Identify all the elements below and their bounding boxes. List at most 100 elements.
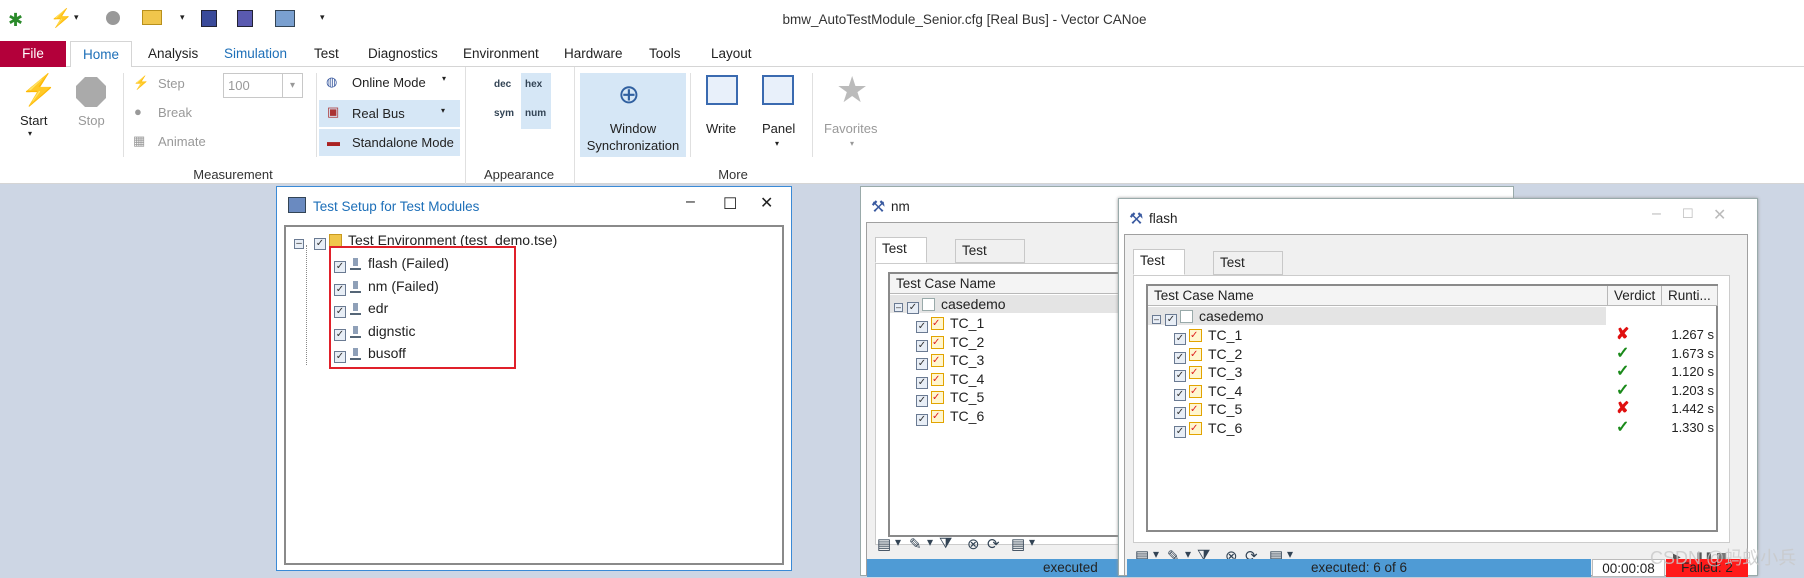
filter-icon[interactable]: ⧩ — [939, 535, 952, 552]
test-case-row[interactable]: ✓ TC_6 — [1174, 419, 1242, 438]
close-button[interactable]: ✕ — [760, 193, 773, 213]
checkbox[interactable]: ✓ — [1174, 333, 1186, 345]
edit-icon[interactable]: ✎ — [909, 535, 922, 553]
minimize-button[interactable]: – — [1652, 205, 1661, 223]
tab-analysis[interactable]: Analysis — [136, 41, 210, 67]
sym-button[interactable]: sym — [494, 108, 514, 119]
checkbox[interactable]: ✓ — [916, 395, 928, 407]
tab-test-observer[interactable]: Test Observer — [1213, 251, 1283, 292]
window-title: nm — [891, 199, 910, 214]
checkbox[interactable]: ✓ — [907, 302, 919, 314]
tab-environment[interactable]: Environment — [451, 41, 551, 67]
checkbox[interactable]: ✓ — [1174, 425, 1186, 438]
group-row[interactable]: – ✓ casedemo — [1152, 307, 1264, 326]
tab-test[interactable]: Test — [302, 41, 351, 67]
checkbox[interactable]: ✓ — [1174, 407, 1186, 419]
dropdown-icon[interactable]: ▾ — [1029, 535, 1035, 549]
test-case-row[interactable]: ✓ TC_6 — [916, 407, 984, 426]
test-case-row[interactable]: ✓ TC_2 — [1174, 345, 1242, 364]
test-case-icon — [1189, 401, 1202, 419]
report-icon[interactable]: ▤ — [877, 535, 891, 553]
group-row[interactable]: – ✓ casedemo — [894, 295, 1006, 314]
highlight-box — [329, 246, 516, 369]
test-case-row[interactable]: ✓ TC_3 — [916, 351, 984, 370]
num-button[interactable]: num — [525, 108, 546, 119]
checkbox[interactable]: ✓ — [916, 358, 928, 370]
test-setup-tree: – ✓ Test Environment (test_demo.tse) ✓ flas… — [284, 225, 784, 565]
test-case-row[interactable]: ✓ TC_2 — [916, 333, 984, 352]
checkbox[interactable]: ✓ — [1174, 370, 1186, 382]
checkbox[interactable]: ✓ — [1174, 388, 1186, 401]
standalone-mode-button[interactable]: ▬ Standalone Mode — [319, 129, 460, 156]
test-case-row[interactable]: ✓ TC_5 — [916, 388, 984, 407]
favorites-button[interactable]: ★ Favorites ▾ — [820, 69, 886, 153]
test-case-row[interactable]: ✓ TC_4 — [916, 370, 984, 389]
collapse-icon[interactable]: – — [894, 303, 903, 312]
group-label-appearance: Appearance — [483, 167, 555, 182]
minimize-button[interactable]: – — [686, 193, 695, 211]
checkbox[interactable]: ✓ — [916, 321, 928, 333]
tab-file[interactable]: File — [0, 41, 66, 67]
write-button[interactable]: Write — [700, 73, 746, 136]
write-label: Write — [706, 121, 737, 136]
pass-icon: ✓ — [1616, 381, 1630, 399]
list-icon[interactable]: ▤ — [1011, 535, 1025, 553]
tab-test-observer[interactable]: Test Observer — [955, 239, 1025, 280]
checkbox[interactable]: ✓ — [916, 413, 928, 426]
test-case-row[interactable]: ✓ TC_1 — [1174, 326, 1242, 345]
tab-simulation[interactable]: Simulation — [212, 41, 299, 67]
animate-button[interactable]: ▦ Animate — [133, 133, 213, 151]
dropdown-icon[interactable]: ▾ — [895, 535, 901, 549]
checkbox[interactable]: ✓ — [916, 376, 928, 389]
chevron-down-icon[interactable]: ▾ — [282, 74, 302, 97]
fail-icon: ✘ — [1616, 326, 1630, 343]
tab-home[interactable]: Home — [70, 41, 133, 68]
online-mode-button[interactable]: ◍ Online Mode ▾ — [320, 71, 460, 95]
checkbox[interactable]: ✓ — [314, 238, 326, 250]
stop-button[interactable]: Stop — [72, 73, 112, 133]
collapse-icon[interactable]: – — [1152, 315, 1161, 324]
column-header-name[interactable]: Test Case Name — [1148, 286, 1608, 306]
flash-panel: Test Cases Test Observer Test Case Name … — [1124, 234, 1748, 577]
step-button[interactable]: ⚡ Step — [133, 75, 203, 93]
column-header-verdict[interactable]: Verdict — [1608, 286, 1662, 306]
window-title: bmw_AutoTestModule_Senior.cfg [Real Bus]… — [782, 12, 1147, 27]
dec-button[interactable]: dec — [494, 79, 511, 90]
checkbox[interactable]: ✓ — [1174, 351, 1186, 364]
test-case-row[interactable]: ✓ TC_1 — [916, 314, 984, 333]
tab-diagnostics[interactable]: Diagnostics — [356, 41, 450, 67]
start-button[interactable]: ⚡ Start ▾ — [14, 73, 57, 153]
flash-window: ⚒ flash – ☐ ✕ Test Cases Test Observer T… — [1118, 198, 1758, 577]
column-header-runtime[interactable]: Runti... — [1662, 286, 1718, 306]
speed-combo[interactable]: 100 ▾ — [223, 73, 303, 98]
test-case-row[interactable]: ✓ TC_4 — [1174, 382, 1242, 401]
title-bar: ✱ ⚡ ▾ ▾ ▾ bmw_AutoTestModule_Senior.cfg … — [0, 0, 1804, 41]
separator — [690, 73, 691, 157]
tab-test-cases[interactable]: Test Cases — [1133, 249, 1186, 290]
tab-layout[interactable]: Layout — [699, 41, 764, 67]
window-sync-button[interactable]: ⊕ Window Synchronization — [580, 73, 686, 157]
hex-button[interactable]: hex — [525, 79, 542, 90]
test-case-icon — [1189, 327, 1202, 345]
test-case-row[interactable]: ✓ TC_3 — [1174, 363, 1242, 382]
real-bus-button[interactable]: ▣ Real Bus ▾ — [319, 100, 460, 127]
panel-button[interactable]: Panel ▾ — [756, 73, 802, 153]
runtime: 1.267 s — [1671, 327, 1714, 342]
tab-tools[interactable]: Tools — [637, 41, 693, 67]
tab-test-cases[interactable]: Test Cases — [875, 237, 928, 278]
close-button[interactable]: ✕ — [1713, 205, 1726, 225]
maximize-button[interactable]: ☐ — [1682, 206, 1694, 222]
break-button[interactable]: ● Break — [133, 104, 203, 122]
tab-hardware[interactable]: Hardware — [552, 41, 635, 67]
group-separator — [574, 67, 575, 184]
checkbox[interactable]: ✓ — [916, 339, 928, 352]
collapse-icon[interactable]: – — [294, 239, 304, 249]
delete-report-icon[interactable]: ⊗ — [967, 535, 980, 553]
test-setup-window: Test Setup for Test Modules – ☐ ✕ – ✓ Test… — [276, 186, 792, 571]
test-case-row[interactable]: ✓ TC_5 — [1174, 400, 1242, 419]
ribbon: ⚡ Start ▾ Stop ⚡ Step ● Break ▦ Animate … — [0, 67, 1804, 184]
maximize-button[interactable]: ☐ — [723, 194, 737, 214]
dropdown-icon[interactable]: ▾ — [927, 535, 933, 549]
refresh-icon[interactable]: ⟳ — [987, 535, 1000, 553]
checkbox[interactable]: ✓ — [1165, 314, 1177, 326]
